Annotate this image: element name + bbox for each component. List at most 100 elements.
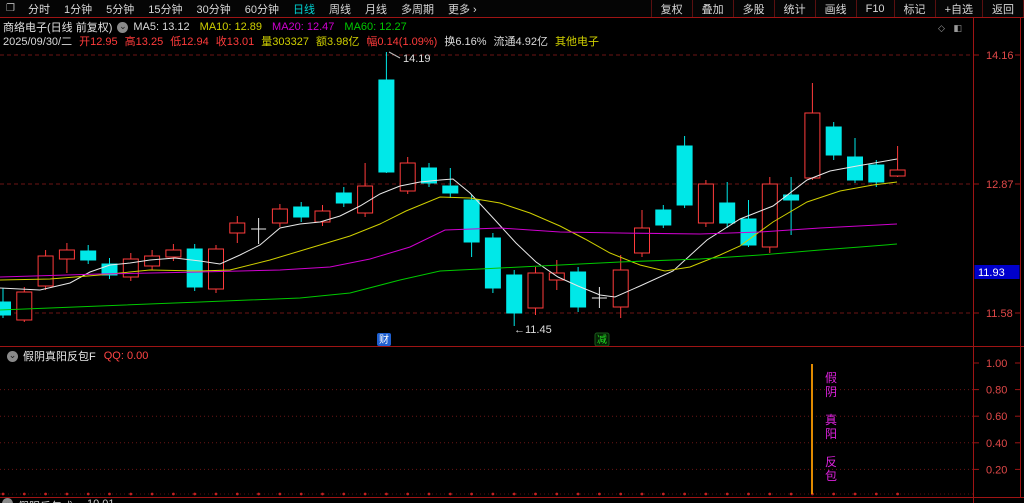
candle[interactable] <box>165 249 182 258</box>
indicator-axis-label: 0.20 <box>986 464 1007 476</box>
indicator-dot <box>789 492 793 496</box>
quote-field: 量303327 <box>261 36 309 48</box>
indicator-dot <box>747 492 750 496</box>
ma-value: MA20: 12.47 <box>272 21 335 33</box>
indicator-dot <box>257 492 260 496</box>
candle[interactable] <box>697 183 714 224</box>
candle[interactable] <box>655 209 672 226</box>
indicator-dot <box>406 492 410 496</box>
candle[interactable] <box>527 272 544 309</box>
ma-values: MA5: 13.12 MA10: 12.89 MA20: 12.47 MA60: 12… <box>133 21 416 33</box>
indicator-name[interactable]: 假阴真阳反包F <box>23 348 96 364</box>
indicator-axis-label: 0.80 <box>986 385 1007 397</box>
chart-corner-icons[interactable]: ◇ ◧ <box>938 23 965 34</box>
candle[interactable] <box>761 183 778 248</box>
candle[interactable] <box>889 169 906 177</box>
indicator-dot <box>555 492 559 496</box>
indicator-axis-label: 0.40 <box>986 438 1007 450</box>
indicator-dot <box>363 492 367 496</box>
cursor-price-label: 11.93 <box>978 267 1005 279</box>
indicator-dot <box>214 492 218 496</box>
indicator-dot <box>172 492 175 496</box>
chevron-down-circle-icon[interactable]: ⌄ <box>2 498 13 503</box>
candle[interactable] <box>37 255 54 287</box>
candle[interactable] <box>847 156 863 181</box>
stock-chart-window: ❐ 分时 1分钟 5分钟 15分钟 30分钟 60分钟 日线 周线 月线 多周期 更多 › 复权 叠加… <box>0 0 1024 503</box>
signal-label-char: 假 <box>825 371 837 385</box>
indicator-dot <box>278 492 282 496</box>
indicator-dot <box>22 492 26 496</box>
indicator-dot <box>640 492 644 496</box>
candle[interactable] <box>463 199 480 243</box>
candle[interactable] <box>804 112 821 179</box>
candle[interactable] <box>442 185 459 194</box>
indicator-dot <box>129 492 133 496</box>
indicator-dot <box>235 492 239 496</box>
quote-field: 其他电子 <box>554 36 599 48</box>
indicator-dot <box>683 492 686 496</box>
quote-field: 2025/09/30/二 <box>3 36 73 48</box>
candle[interactable] <box>271 208 288 224</box>
indicator-dot <box>150 492 154 496</box>
quote-field: 开12.95 <box>79 36 118 48</box>
indicator-dot <box>470 492 473 496</box>
indicator-dot <box>874 492 878 496</box>
indicator-dot <box>86 492 90 496</box>
signal-label-char: 包 <box>825 469 837 483</box>
indicator-dot <box>725 492 729 496</box>
ma-value: MA60: 12.27 <box>344 21 407 33</box>
candle[interactable] <box>0 301 11 316</box>
candle[interactable] <box>80 250 97 261</box>
candle[interactable] <box>314 210 331 223</box>
event-badge-label: 财 <box>379 333 389 346</box>
signal-label-char: 反 <box>825 455 837 469</box>
indicator-dot <box>853 492 857 496</box>
candle[interactable] <box>868 164 885 183</box>
chevron-down-circle-icon[interactable]: ⌄ <box>7 350 18 362</box>
ma-value: MA10: 12.89 <box>199 21 263 33</box>
indicator-dot <box>832 492 836 496</box>
candle[interactable] <box>825 126 842 156</box>
indicator-dot <box>619 492 623 496</box>
indicator-dot <box>704 492 708 496</box>
candle[interactable] <box>719 202 736 224</box>
quote-field: 低12.94 <box>170 36 209 48</box>
candle[interactable] <box>484 237 501 289</box>
annotation-leader <box>388 51 401 59</box>
indicator-value: QQ: 0.00 <box>103 350 149 362</box>
signal-label-char: 阳 <box>825 427 837 441</box>
indicator-dot <box>661 492 665 496</box>
indicator-axis-label: 1.00 <box>986 358 1007 370</box>
candle[interactable] <box>16 291 33 321</box>
candle[interactable] <box>399 162 416 192</box>
candle[interactable] <box>612 269 629 308</box>
candle[interactable] <box>229 222 246 234</box>
signal-label-char: 真 <box>825 413 837 427</box>
price-annotation: ←11.45 <box>514 324 552 336</box>
indicator-dot <box>491 492 495 496</box>
candle[interactable] <box>144 255 161 267</box>
candle[interactable] <box>634 227 650 254</box>
indicator-dot <box>65 492 69 496</box>
quote-field: 换6.16% <box>444 36 487 48</box>
candle[interactable] <box>378 79 395 173</box>
candle[interactable] <box>570 271 587 308</box>
candle[interactable] <box>208 248 224 290</box>
candlestick-chart[interactable]: 财 减 14.19 ←11.45 假阴真阳反包 14.16 12.87 11.58 11.93 1… <box>0 0 1024 503</box>
price-annotation: 14.19 <box>403 53 431 65</box>
chevron-down-circle-icon[interactable]: ⌄ <box>117 21 129 33</box>
price-axis-label: 12.87 <box>986 179 1014 191</box>
indicator-header: ⌄ 假阴真阳反包F QQ: 0.00 <box>2 348 148 364</box>
indicator-dot <box>576 492 580 496</box>
candle[interactable] <box>506 274 523 314</box>
indicator-dot <box>598 492 601 496</box>
indicator-dot <box>896 492 899 496</box>
indicator-dot <box>108 492 111 496</box>
candle[interactable] <box>335 192 352 204</box>
candle[interactable] <box>293 206 310 218</box>
next-indicator-name: 假阴反包式 <box>18 498 73 503</box>
candle[interactable] <box>58 249 75 260</box>
candle[interactable] <box>186 248 203 288</box>
quote-field: 流通4.92亿 <box>493 36 548 48</box>
candle[interactable] <box>676 145 693 206</box>
